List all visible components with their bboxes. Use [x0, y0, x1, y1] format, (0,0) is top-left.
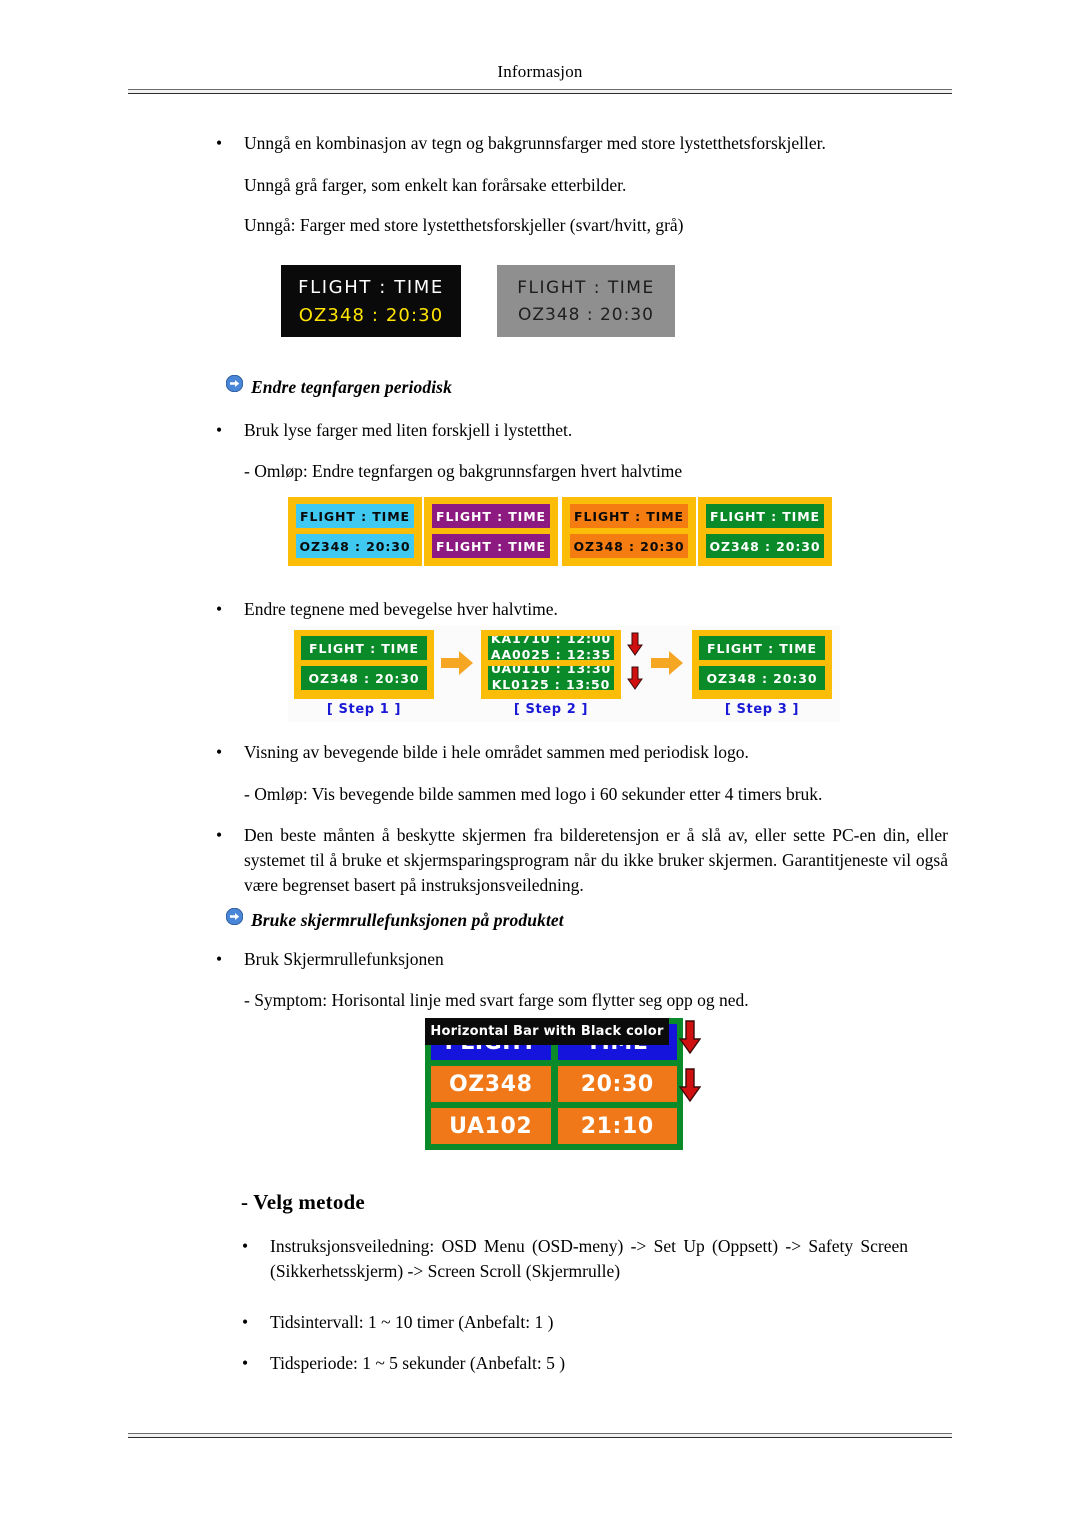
down-arrow-icon: [627, 666, 643, 690]
section-heading-label: Bruke skjermrullefunksjonen på produktet: [251, 910, 564, 930]
color-panel-green-row-2: OZ348 : 20:30: [706, 534, 824, 558]
velg-item-1: Instruksjonsveiledning: OSD Menu (OSD-me…: [270, 1236, 908, 1281]
flight-board-gray-row-1: FLIGHT : TIME: [517, 277, 655, 298]
color-panel-purple-row-2: FLIGHT : TIME: [432, 534, 550, 558]
color-panel-green: FLIGHT : TIME OZ348 : 20:30: [698, 497, 832, 566]
right-arrow-icon: [650, 648, 684, 678]
color-panel-orange-row-1: FLIGHT : TIME: [570, 504, 688, 528]
down-arrow-icon: [678, 1068, 702, 1103]
intro-line-2: Unngå grå farger, som enkelt kan forårsa…: [244, 175, 627, 195]
bullet-marker: •: [216, 599, 223, 619]
velg-item-2: Tidsintervall: 1 ~ 10 timer (Anbefalt: 1…: [270, 1312, 554, 1332]
list-item: • Den beste månten å beskytte skjermen f…: [212, 823, 952, 898]
section-heading-screen-scroll: Bruke skjermrullefunksjonen på produktet: [226, 907, 564, 931]
bullet-marker: •: [242, 1312, 249, 1332]
step-2-row-1: KA1710 : 12:00 AA0025 : 12:35: [488, 636, 614, 660]
flight-board-gray-row-2: OZ348 : 20:30: [517, 304, 654, 325]
flight-board-black-row-1: FLIGHT : TIME: [298, 276, 444, 298]
step-2-row-2: UA0110 : 13:30 KL0125 : 13:50: [488, 666, 614, 690]
header-divider: [128, 89, 952, 94]
list-item: • Visning av bevegende bilde i hele områ…: [212, 740, 952, 765]
bullet-marker: •: [242, 1236, 249, 1256]
step-2-row-2-bottom: KL0125 : 13:50: [491, 677, 611, 690]
section2-line-1: Bruk Skjermrullefunksjonen: [244, 949, 444, 969]
velg-item-3: Tidsperiode: 1 ~ 5 sekunder (Anbefalt: 5…: [270, 1353, 566, 1373]
bullet-marker: •: [216, 420, 223, 440]
step-1-row-1: FLIGHT : TIME: [301, 636, 427, 660]
right-arrow-icon: [440, 648, 474, 678]
color-panel-purple-row-1: FLIGHT : TIME: [432, 504, 550, 528]
step-2-label: [ Step 2 ]: [513, 702, 589, 717]
down-arrow-icon: [627, 632, 643, 656]
step-1-board: FLIGHT : TIME OZ348 : 20:30: [294, 630, 434, 699]
bullet-marker: •: [216, 742, 223, 762]
intro-line-3: Unngå: Farger med store lystetthetsforsk…: [244, 215, 684, 235]
blue-circle-arrow-icon: [226, 907, 243, 925]
color-panel-cyan: FLIGHT : TIME OZ348 : 20:30: [288, 497, 422, 566]
flight-board-black-row-2: OZ348 : 20:30: [298, 304, 444, 326]
hbar-row-0-time: 20:30: [557, 1066, 677, 1102]
section1-line-3: Endre tegnene med bevegelse hver halvtim…: [244, 599, 558, 619]
footer-divider: [128, 1433, 952, 1438]
step-sequence-figure: FLIGHT : TIME OZ348 : 20:30 [ Step 1 ] K…: [288, 626, 840, 722]
step-2-row-1-top: KA1710 : 12:00: [490, 636, 612, 646]
step-2-row-1-bottom: AA0025 : 12:35: [490, 647, 612, 660]
flight-board-gray: FLIGHT : TIME OZ348 : 20:30: [497, 265, 675, 337]
section-moving-line-2: - Omløp: Vis bevegende bilde sammen med …: [244, 784, 823, 804]
list-item: • Tidsintervall: 1 ~ 10 timer (Anbefalt:…: [238, 1310, 938, 1335]
hbar-data-row: OZ348 20:30: [431, 1066, 677, 1102]
bullet-marker: •: [242, 1353, 249, 1373]
velg-metode-heading: - Velg metode: [241, 1190, 365, 1214]
list-item: • Endre tegnene med bevegelse hver halvt…: [212, 597, 952, 622]
page-header-title: Informasjon: [497, 62, 583, 81]
step-1-row-2: OZ348 : 20:30: [301, 666, 427, 690]
step-2-row-2-top: UA0110 : 13:30: [490, 666, 612, 676]
section1-line-2: - Omløp: Endre tegnfargen og bakgrunnsfa…: [244, 461, 683, 481]
bullet-marker: •: [216, 825, 223, 845]
step-2-board: KA1710 : 12:00 AA0025 : 12:35 UA0110 : 1…: [481, 630, 621, 699]
step-3-row-2: OZ348 : 20:30: [699, 666, 825, 690]
document-page: Informasjon • Unngå en kombinasjon av te…: [0, 0, 1080, 1527]
step-3-board: FLIGHT : TIME OZ348 : 20:30: [692, 630, 832, 699]
hbar-row-1-time: 21:10: [557, 1108, 677, 1144]
intro-line-1: Unngå en kombinasjon av tegn og bakgrunn…: [244, 133, 826, 153]
color-panel-purple: FLIGHT : TIME FLIGHT : TIME: [424, 497, 558, 566]
list-item: • Tidsperiode: 1 ~ 5 sekunder (Anbefalt:…: [238, 1351, 938, 1376]
section-heading-change-color: Endre tegnfargen periodisk: [226, 374, 452, 398]
hbar-data-row: UA102 21:10: [431, 1108, 677, 1144]
list-item: • Instruksjonsveiledning: OSD Menu (OSD-…: [238, 1234, 938, 1284]
color-panel-orange-row-2: OZ348 : 20:30: [570, 534, 688, 558]
step-3-row-1: FLIGHT : TIME: [699, 636, 825, 660]
bullet-marker: •: [216, 949, 223, 969]
flight-board-black: FLIGHT : TIME OZ348 : 20:30: [281, 265, 461, 337]
list-item: • Unngå en kombinasjon av tegn og bakgru…: [212, 131, 952, 156]
down-arrow-icon: [678, 1020, 702, 1055]
list-item: • Bruk Skjermrullefunksjonen: [212, 947, 952, 972]
step-3-label: [ Step 3 ]: [724, 702, 800, 717]
bullet-marker: •: [216, 133, 223, 153]
color-panel-orange: FLIGHT : TIME OZ348 : 20:30: [562, 497, 696, 566]
hbar-black-bar-label: Horizontal Bar with Black color: [425, 1018, 669, 1045]
hbar-row-1-code: UA102: [431, 1108, 551, 1144]
hbar-row-0-code: OZ348: [431, 1066, 551, 1102]
color-panel-cyan-row-2: OZ348 : 20:30: [296, 534, 414, 558]
color-panel-green-row-1: FLIGHT : TIME: [706, 504, 824, 528]
list-item: • Bruk lyse farger med liten forskjell i…: [212, 418, 952, 443]
section2-line-2: - Symptom: Horisontal linje med svart fa…: [244, 990, 749, 1010]
color-panel-cyan-row-1: FLIGHT : TIME: [296, 504, 414, 528]
blue-circle-arrow-icon: [226, 374, 243, 392]
section-heading-label: Endre tegnfargen periodisk: [251, 377, 452, 397]
section-moving-line-1: Visning av bevegende bilde i hele område…: [244, 742, 749, 762]
section1-line-1: Bruk lyse farger med liten forskjell i l…: [244, 420, 573, 440]
step-1-label: [ Step 1 ]: [326, 702, 402, 717]
section-moving-line-3: Den beste månten å beskytte skjermen fra…: [244, 825, 948, 895]
